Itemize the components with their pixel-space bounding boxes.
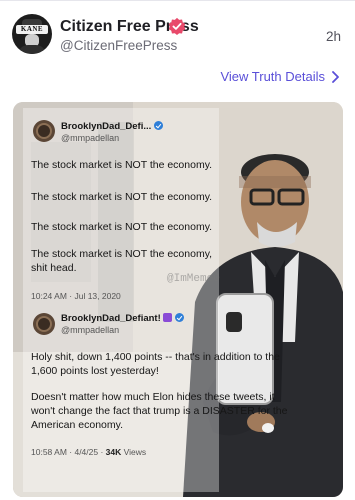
avatar-logo-text: KANE [16,25,48,34]
view-truth-details-link[interactable]: View Truth Details [220,69,340,84]
tweet1-line-3: The stock market is NOT the economy. [31,221,213,233]
verified-badge-icon [168,17,186,35]
tweet1-line-4: The stock market is NOT the economy, shi… [31,248,213,275]
tweet2-views-label: Views [121,447,147,457]
tweet1-line-1: The stock market is NOT the economy. [31,159,213,171]
post-timestamp: 2h [325,29,341,44]
account-avatar[interactable]: KANE [12,14,52,54]
post-image[interactable]: BrooklynDad_Defi... @mmpadellan The stoc… [13,102,343,497]
tweet2-paragraph-2: Doesn't matter how much Elon hides these… [31,391,288,432]
tweet2-emoji-icon [162,313,172,322]
top-divider [0,0,355,1]
tweet2-author-name: BrooklynDad_Defiant! [61,313,184,324]
tweet2-timestamp: 10:58 AM · 4/4/25 · [31,447,106,457]
chevron-right-icon [332,70,339,83]
tweet1-author-name: BrooklynDad_Defi... [61,121,164,132]
tweet1-handle: @mmpadellan [61,133,120,143]
view-truth-details-label: View Truth Details [220,69,325,84]
image-watermark: @ImMeme0 [167,273,220,285]
tweet1-line-2: The stock market is NOT the economy. [31,191,213,203]
tweet2-verified-icon [174,313,184,322]
tweet2-handle: @mmpadellan [61,325,120,335]
account-handle[interactable]: @CitizenFreePress [60,38,177,53]
tweet1-timestamp: 10:24 AM · Jul 13, 2020 [31,291,121,301]
tweet2-paragraph-1: Holy shit, down 1,400 points -- that's i… [31,351,280,378]
tweet2-meta: 10:58 AM · 4/4/25 · 34K Views [31,447,146,457]
tweet2-avatar [33,313,55,335]
tweet2-views-count: 34K [105,447,122,457]
tweet1-verified-icon [154,121,164,130]
tweet1-avatar [33,120,55,142]
